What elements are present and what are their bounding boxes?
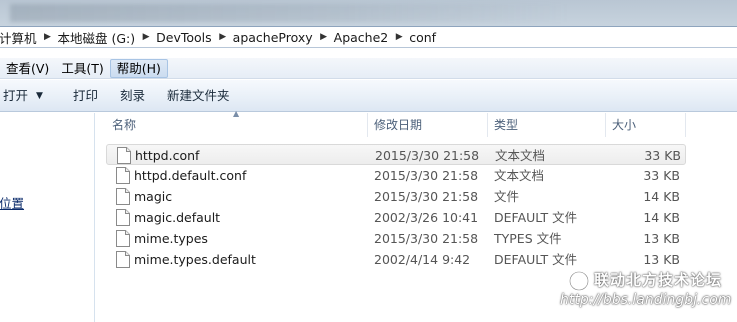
file-size: 13 KB — [643, 231, 680, 246]
column-header-name[interactable]: 名称 — [106, 113, 368, 137]
blurred-title-region — [10, 4, 570, 22]
menu-view[interactable]: 查看(V) — [0, 59, 55, 78]
burn-button[interactable]: 刻录 — [112, 84, 153, 108]
column-header-size[interactable]: 大小 — [606, 113, 686, 137]
breadcrumb-arrow-icon[interactable]: ▶ — [316, 27, 332, 47]
dropdown-caret-icon: ▼ — [36, 90, 43, 101]
file-size: 33 KB — [643, 168, 680, 183]
menu-tools[interactable]: 工具(T) — [55, 59, 109, 78]
breadcrumb-conf[interactable]: conf — [407, 27, 439, 47]
file-size: 33 KB — [644, 148, 681, 163]
file-modified: 2015/3/30 21:58 — [375, 148, 480, 163]
column-header-row: ▲ 名称 修改日期 类型 大小 — [106, 109, 686, 137]
file-row[interactable]: mime.types 2015/3/30 21:58 TYPES 文件 13 K… — [106, 228, 686, 249]
document-icon — [116, 230, 130, 247]
file-modified: 2015/3/30 21:58 — [374, 168, 479, 183]
file-type: 文件 — [494, 189, 520, 204]
file-size: 14 KB — [643, 189, 680, 204]
file-row[interactable]: httpd.conf 2015/3/30 21:58 文本文档 33 KB — [106, 144, 686, 165]
file-name: magic.default — [134, 210, 221, 225]
document-icon — [116, 188, 130, 205]
breadcrumb-devtools[interactable]: DevTools — [154, 27, 215, 47]
breadcrumb-apache2[interactable]: Apache2 — [332, 27, 392, 47]
breadcrumb-apacheproxy[interactable]: apacheProxy — [231, 27, 316, 47]
document-icon — [116, 167, 130, 184]
breadcrumb-drive[interactable]: 本地磁盘 (G:) — [56, 27, 139, 47]
address-bar[interactable]: 计算机 ▶ 本地磁盘 (G:) ▶ DevTools ▶ apacheProxy… — [0, 26, 737, 48]
document-icon — [117, 147, 131, 164]
file-modified: 2015/3/30 21:58 — [374, 189, 479, 204]
menu-help[interactable]: 帮助(H) — [109, 58, 168, 78]
file-name: mime.types.default — [134, 252, 256, 267]
navigation-pane: 位置 — [0, 113, 95, 322]
file-row[interactable]: magic 2015/3/30 21:58 文件 14 KB — [106, 186, 686, 207]
file-modified: 2015/3/30 21:58 — [374, 231, 479, 246]
watermark: 联动北方技术论坛 http://bbs.landingbj.com — [560, 266, 735, 316]
document-icon — [116, 209, 130, 226]
file-name: magic — [134, 189, 173, 204]
file-modified: 2002/4/14 9:42 — [374, 252, 471, 267]
file-row[interactable]: magic.default 2002/3/26 10:41 DEFAULT 文件… — [106, 207, 686, 228]
file-name: httpd.default.conf — [134, 168, 247, 183]
command-bar: 打开 ▼ 打印 刻录 新建文件夹 — [0, 80, 737, 112]
watermark-title: 联动北方技术论坛 — [594, 271, 723, 289]
print-button[interactable]: 打印 — [65, 84, 106, 108]
open-button[interactable]: 打开 ▼ — [0, 84, 51, 108]
breadcrumb-arrow-icon[interactable]: ▶ — [215, 27, 231, 47]
new-folder-button[interactable]: 新建文件夹 — [159, 84, 238, 108]
window-title-bar — [0, 0, 737, 26]
file-type: DEFAULT 文件 — [494, 210, 578, 225]
file-name: mime.types — [134, 231, 208, 246]
breadcrumb-arrow-icon[interactable]: ▶ — [138, 27, 154, 47]
file-type: 文本文档 — [495, 148, 546, 163]
document-icon — [116, 251, 130, 268]
column-header-type[interactable]: 类型 — [488, 113, 606, 137]
nav-item-location[interactable]: 位置 — [0, 193, 24, 212]
file-row[interactable]: httpd.default.conf 2015/3/30 21:58 文本文档 … — [106, 165, 686, 186]
breadcrumb-arrow-icon[interactable]: ▶ — [40, 27, 56, 47]
file-type: TYPES 文件 — [494, 231, 562, 246]
file-name: httpd.conf — [135, 148, 200, 163]
file-list: httpd.conf 2015/3/30 21:58 文本文档 33 KB ht… — [106, 144, 686, 270]
column-header-modified[interactable]: 修改日期 — [368, 113, 488, 137]
file-modified: 2002/3/26 10:41 — [374, 210, 479, 225]
watermark-url: http://bbs.landingbj.com — [560, 292, 732, 308]
file-size: 14 KB — [643, 210, 680, 225]
open-button-label: 打开 — [3, 87, 29, 103]
breadcrumb-arrow-icon[interactable]: ▶ — [391, 27, 407, 47]
breadcrumb-computer[interactable]: 计算机 — [0, 27, 40, 47]
menu-bar: 查看(V) 工具(T) 帮助(H) — [0, 58, 737, 79]
forum-logo-icon — [568, 270, 590, 292]
file-type: 文本文档 — [494, 168, 545, 183]
